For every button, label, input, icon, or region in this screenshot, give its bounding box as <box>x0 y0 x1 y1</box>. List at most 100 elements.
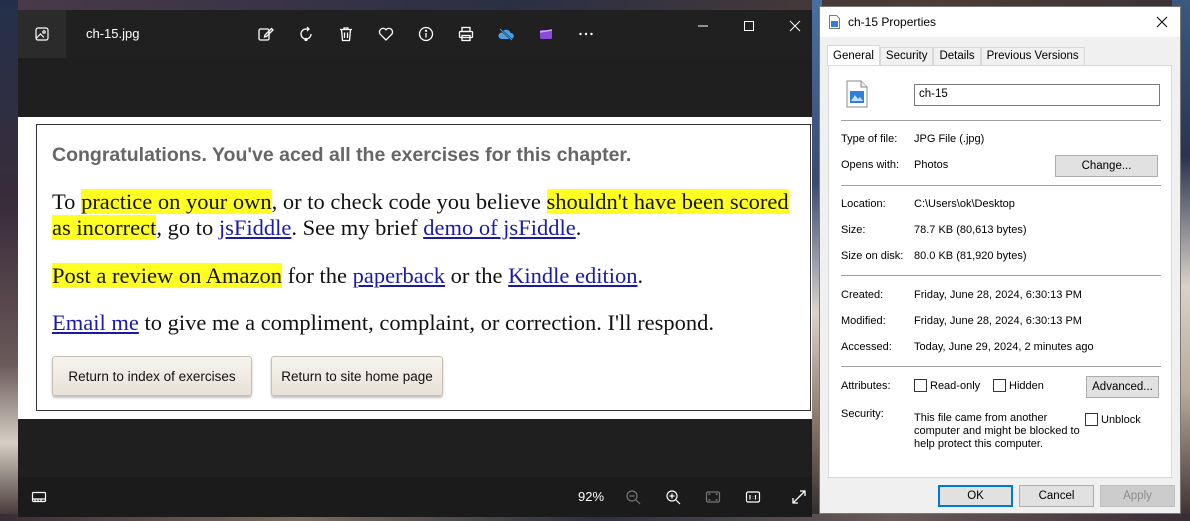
readonly-checkbox-box[interactable] <box>914 379 927 392</box>
jpg-file-icon <box>829 15 840 29</box>
properties-tabs: General Security Details Previous Versio… <box>827 45 1085 66</box>
photo-canvas: Congratulations. You've aced all the exe… <box>18 117 812 419</box>
tab-general[interactable]: General <box>827 45 880 66</box>
opens-with-label: Opens with: <box>841 159 900 171</box>
type-label: Type of file: <box>841 133 898 145</box>
photo-content: Congratulations. You've aced all the exe… <box>36 124 811 411</box>
clipchamp-icon[interactable] <box>526 22 566 46</box>
location-label: Location: <box>841 198 886 210</box>
size-on-disk-label: Size on disk: <box>841 250 904 262</box>
close-icon[interactable] <box>772 10 818 42</box>
advanced-button[interactable]: Advanced... <box>1086 376 1159 398</box>
photos-filename: ch-15.jpg <box>86 26 140 41</box>
apply-button[interactable]: Apply <box>1100 485 1175 507</box>
photos-window: ch-15.jpg Congratulations. You've aced a… <box>18 10 812 517</box>
modified-value: Friday, June 28, 2024, 6:30:13 PM <box>914 315 1082 327</box>
opens-with-value: Photos <box>914 159 949 171</box>
paperback-link: paperback <box>352 263 446 288</box>
file-type-icon <box>846 80 868 108</box>
modified-label: Modified: <box>841 315 886 327</box>
onedrive-icon[interactable] <box>486 22 526 46</box>
close-icon[interactable] <box>1144 7 1180 37</box>
minimize-icon[interactable] <box>680 10 726 42</box>
zoom-in-icon[interactable] <box>664 488 682 506</box>
location-value: C:\Users\ok\Desktop <box>914 198 1015 210</box>
ok-button[interactable]: OK <box>938 485 1013 507</box>
delete-icon[interactable] <box>326 22 366 46</box>
tab-previous-versions[interactable]: Previous Versions <box>980 47 1085 65</box>
jsfiddle-link: jsFiddle <box>218 215 292 240</box>
favorite-icon[interactable] <box>366 22 406 46</box>
size-on-disk-value: 80.0 KB (81,920 bytes) <box>914 250 1027 262</box>
p2-text-3: . <box>637 263 644 288</box>
security-label: Security: <box>841 408 884 420</box>
accessed-value: Today, June 29, 2024, 2 minutes ago <box>914 341 1094 353</box>
zoom-level: 92% <box>578 489 605 504</box>
rotate-icon[interactable] <box>286 22 326 46</box>
tab-security[interactable]: Security <box>879 47 934 65</box>
accessed-label: Accessed: <box>841 341 892 353</box>
readonly-checkbox[interactable]: Read-only <box>914 379 980 392</box>
email-link: Email me <box>52 310 139 335</box>
created-value: Friday, June 28, 2024, 6:30:13 PM <box>914 289 1082 301</box>
p1-text-1: To <box>52 189 82 214</box>
p3-text: to give me a compliment, complaint, or c… <box>138 310 715 335</box>
p2-highlight: Post a review on Amazon <box>52 263 282 288</box>
photos-bottombar: 92% <box>18 477 812 517</box>
type-value: JPG File (.jpg) <box>914 133 985 145</box>
readonly-label: Read-only <box>930 379 981 392</box>
email-paragraph: Email me to give me a compliment, compla… <box>52 310 792 336</box>
jsfiddle-demo-link: demo of jsFiddle <box>423 215 576 240</box>
p1-highlight-1: practice on your own <box>81 189 272 214</box>
divider <box>841 275 1161 276</box>
p2-text-2: or the <box>445 263 509 288</box>
divider <box>841 185 1161 186</box>
p1-text-4: . See my brief <box>291 215 424 240</box>
p2-text-1: for the <box>281 263 353 288</box>
p1-text-2: , or to check code you believe <box>271 189 547 214</box>
unblock-label: Unblock <box>1101 413 1141 426</box>
photos-toolbar <box>246 22 606 46</box>
size-value: 78.7 KB (80,613 bytes) <box>914 224 1027 236</box>
info-icon[interactable] <box>406 22 446 46</box>
practice-paragraph: To practice on your own, or to check cod… <box>52 189 792 241</box>
hidden-checkbox-box[interactable] <box>993 379 1006 392</box>
file-name-field[interactable]: ch-15 <box>914 84 1160 106</box>
print-icon[interactable] <box>446 22 486 46</box>
review-paragraph: Post a review on Amazon for the paperbac… <box>52 263 792 289</box>
wallpaper-left-strip <box>0 0 18 521</box>
properties-titlebar: ch-15 Properties <box>820 7 1180 37</box>
cancel-button[interactable]: Cancel <box>1019 485 1094 507</box>
properties-dialog: ch-15 Properties General Security Detail… <box>819 6 1181 514</box>
unblock-checkbox-box[interactable] <box>1085 413 1098 426</box>
attributes-label: Attributes: <box>841 380 891 392</box>
p1-text-3: , go to <box>156 215 219 240</box>
gallery-icon[interactable] <box>18 10 66 58</box>
p1-text-5: . <box>575 215 582 240</box>
photos-titlebar: ch-15.jpg <box>18 10 812 58</box>
general-panel: ch-15 Type of file: JPG File (.jpg) Open… <box>828 65 1172 478</box>
hidden-checkbox[interactable]: Hidden <box>993 379 1044 392</box>
kindle-link: Kindle edition <box>508 263 638 288</box>
zoom-out-icon[interactable] <box>624 488 642 506</box>
tab-details[interactable]: Details <box>933 47 981 65</box>
congrats-heading: Congratulations. You've aced all the exe… <box>52 144 632 166</box>
fit-to-window-icon[interactable] <box>704 488 722 506</box>
security-message: This file came from another computer and… <box>914 412 1080 450</box>
return-index-button-image: Return to index of exercises <box>52 356 252 396</box>
size-label: Size: <box>841 224 866 236</box>
filmstrip-icon[interactable] <box>30 488 48 506</box>
return-home-button-image: Return to site home page <box>271 356 443 396</box>
maximize-icon[interactable] <box>726 10 772 42</box>
change-button[interactable]: Change... <box>1055 155 1158 177</box>
hidden-label: Hidden <box>1009 379 1044 392</box>
edit-icon[interactable] <box>246 22 286 46</box>
properties-title: ch-15 Properties <box>848 15 937 29</box>
divider <box>841 120 1161 121</box>
unblock-checkbox[interactable]: Unblock <box>1085 413 1141 426</box>
fullscreen-icon[interactable] <box>790 488 808 506</box>
actual-size-icon[interactable] <box>744 488 762 506</box>
more-icon[interactable] <box>566 22 606 46</box>
created-label: Created: <box>841 289 884 301</box>
divider <box>841 366 1161 367</box>
